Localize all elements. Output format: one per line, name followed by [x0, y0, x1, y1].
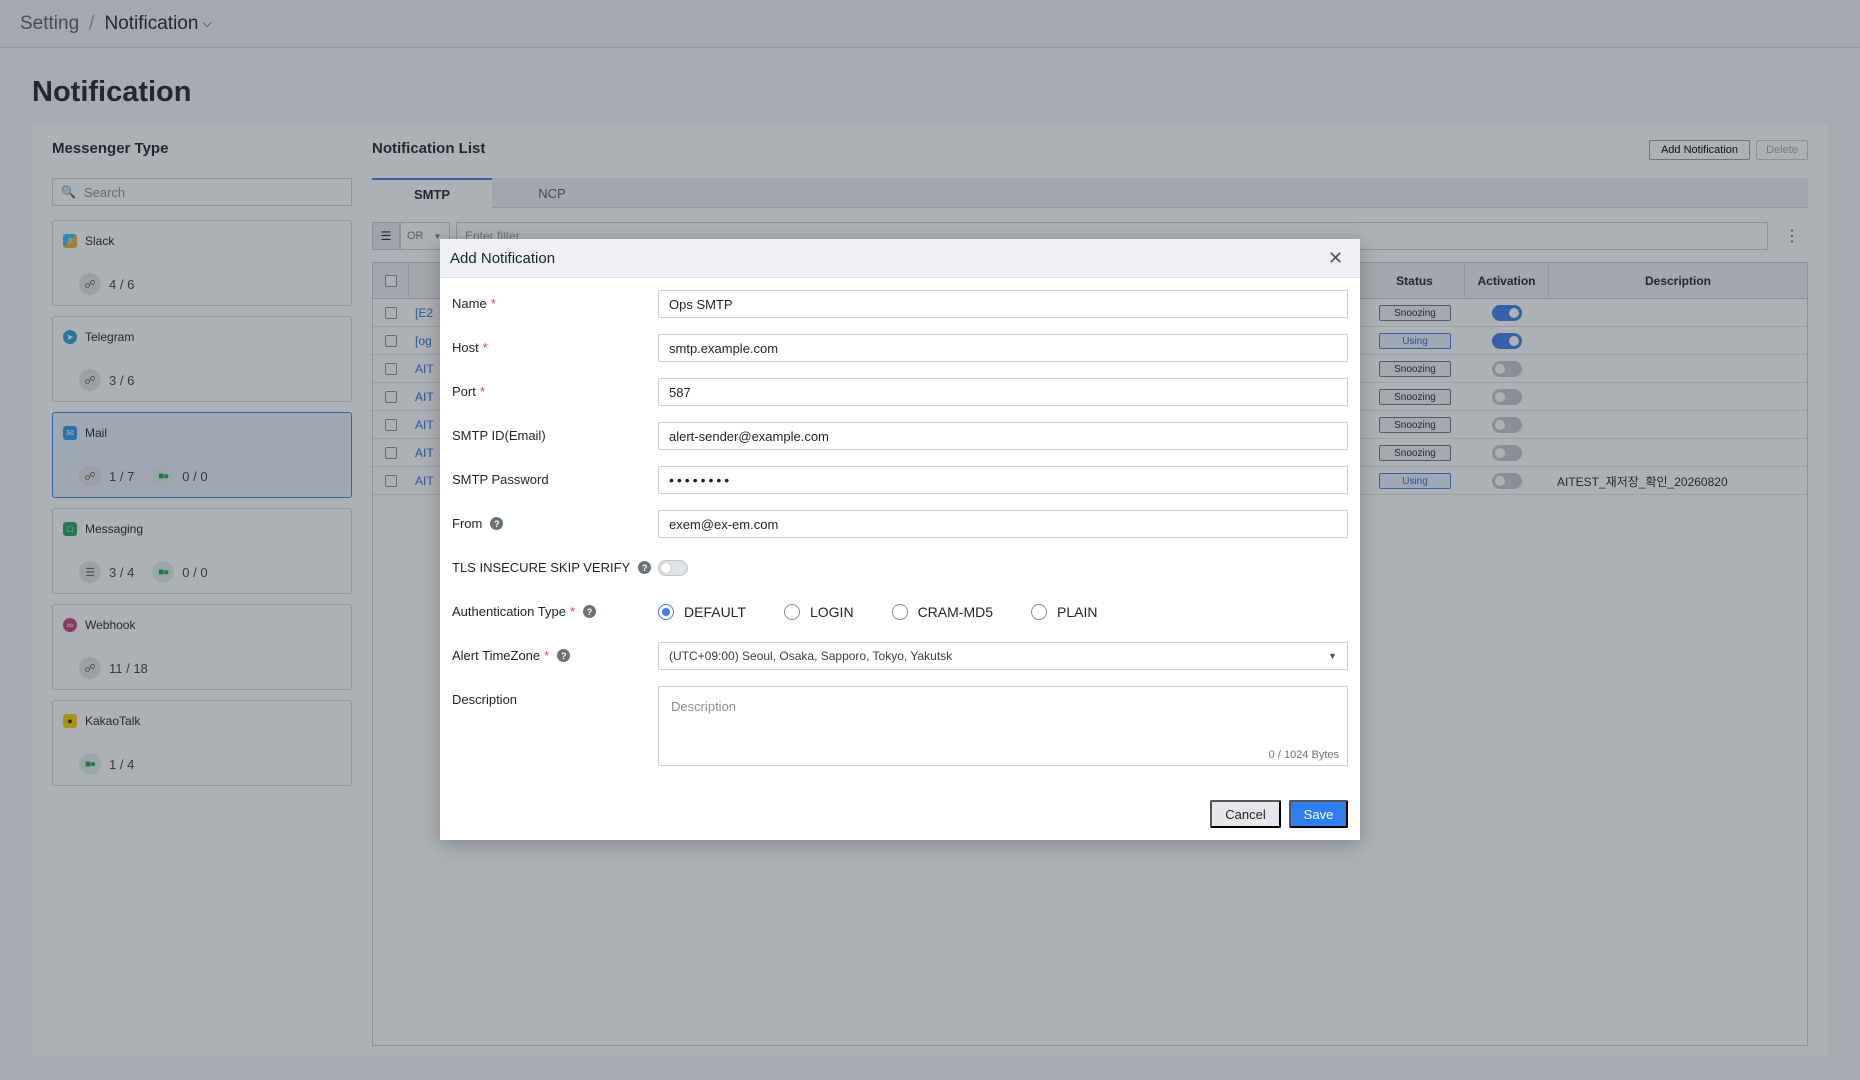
required-marker: *	[544, 648, 550, 663]
smtp-id-label: SMTP ID(Email)	[452, 428, 546, 443]
description-textarea[interactable]: Description 0 / 1024 Bytes	[658, 686, 1348, 766]
auth-radio-plain[interactable]: PLAIN	[1031, 604, 1097, 620]
smtp-password-input[interactable]	[658, 466, 1348, 494]
cancel-button[interactable]: Cancel	[1210, 800, 1281, 828]
byte-counter: 0 / 1024 Bytes	[1268, 749, 1339, 761]
help-icon[interactable]: ?	[490, 517, 504, 530]
required-marker: *	[490, 296, 496, 311]
help-icon[interactable]: ?	[638, 561, 652, 574]
smtp-id-input[interactable]	[658, 422, 1348, 450]
save-button[interactable]: Save	[1289, 800, 1348, 828]
port-input[interactable]	[658, 378, 1348, 406]
help-icon[interactable]: ?	[583, 605, 597, 618]
name-label: Name	[452, 296, 487, 311]
radio-label: LOGIN	[809, 604, 854, 620]
required-marker: *	[479, 384, 485, 399]
host-input[interactable]	[658, 334, 1348, 362]
tls-skip-verify-toggle[interactable]	[658, 560, 688, 576]
help-icon[interactable]: ?	[557, 649, 571, 662]
from-input[interactable]	[658, 510, 1348, 538]
timezone-select[interactable]: (UTC+09:00) Seoul, Osaka, Sapporo, Tokyo…	[658, 642, 1348, 670]
tls-label: TLS INSECURE SKIP VERIFY	[452, 560, 631, 575]
description-placeholder: Description	[671, 699, 737, 714]
radio-label: CRAM-MD5	[917, 604, 994, 620]
close-icon[interactable]: ✕	[1328, 248, 1343, 269]
auth-radio-default[interactable]: DEFAULT	[658, 604, 746, 620]
add-notification-dialog: Add Notification ✕ Name* Host* Port* SMT…	[440, 239, 1360, 840]
auth-radio-login[interactable]: LOGIN	[783, 604, 854, 620]
required-marker: *	[569, 604, 576, 619]
auth-type-label: Authentication Type	[452, 604, 566, 619]
dialog-title: Add Notification	[450, 250, 556, 267]
name-input[interactable]	[658, 290, 1348, 318]
radio-icon	[1031, 604, 1048, 620]
timezone-value: (UTC+09:00) Seoul, Osaka, Sapporo, Tokyo…	[669, 649, 953, 663]
description-label: Description	[452, 692, 518, 707]
radio-icon	[783, 604, 800, 620]
radio-selected-icon	[658, 604, 674, 620]
radio-label: DEFAULT	[684, 604, 746, 620]
auth-type-radio-group: DEFAULT LOGIN CRAM-MD5 PLAIN	[658, 598, 1135, 626]
from-label: From	[452, 516, 483, 531]
auth-radio-cram-md5[interactable]: CRAM-MD5	[891, 604, 994, 620]
caret-down-icon: ▼	[1328, 651, 1337, 661]
radio-label: PLAIN	[1057, 604, 1098, 620]
host-label: Host	[452, 340, 479, 355]
smtp-password-label: SMTP Password	[452, 472, 549, 487]
port-label: Port	[452, 384, 476, 399]
timezone-label: Alert TimeZone	[452, 648, 541, 663]
radio-icon	[891, 604, 908, 620]
required-marker: *	[482, 340, 488, 355]
